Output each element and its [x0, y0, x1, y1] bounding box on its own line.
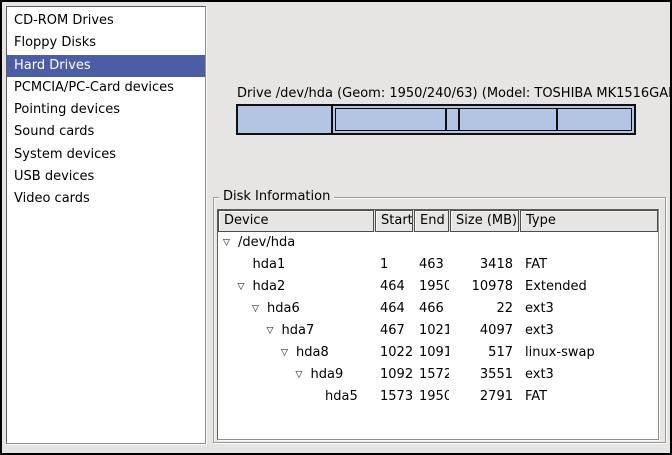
sidebar-item-floppy-disks[interactable]: Floppy Disks: [7, 32, 205, 54]
table-row-hda1[interactable]: hda1 14633418FAT: [218, 254, 658, 276]
tree-indent: [223, 353, 281, 354]
column-header-type[interactable]: Type: [520, 210, 658, 232]
tree-indent: [223, 287, 238, 288]
type-cell: [520, 232, 658, 254]
table-row-hda9[interactable]: ▽hda9109215723551ext3: [218, 364, 658, 386]
device-cell: hda1: [218, 254, 374, 276]
device-cell: hda5: [218, 386, 374, 408]
end-cell: 463: [414, 254, 449, 276]
column-header-size-mb-[interactable]: Size (MB): [450, 210, 519, 232]
sidebar-item-video-cards[interactable]: Video cards: [7, 188, 205, 210]
sidebar-item-pcmcia-pc-card-devices[interactable]: PCMCIA/PC-Card devices: [7, 77, 205, 99]
end-cell: 1950: [414, 276, 449, 298]
sidebar-item-hard-drives[interactable]: Hard Drives: [7, 55, 205, 77]
table-row-hda2[interactable]: ▽hda2464195010978Extended: [218, 276, 658, 298]
device-name: hda6: [267, 298, 300, 320]
expander-triangle-icon[interactable]: ▽: [267, 320, 282, 342]
sidebar-item-sound-cards[interactable]: Sound cards: [7, 121, 205, 143]
disk-information-table[interactable]: DeviceStartEndSize (MB)Type ▽/dev/hdahda…: [217, 209, 659, 440]
start-cell: 1022: [375, 342, 413, 364]
table-header-row: DeviceStartEndSize (MB)Type: [218, 210, 658, 232]
size-cell: 22: [450, 298, 519, 320]
size-cell: 2791: [450, 386, 519, 408]
size-cell: 3551: [450, 364, 519, 386]
device-category-list[interactable]: CD-ROM DrivesFloppy DisksHard DrivesPCMC…: [6, 6, 206, 444]
table-row--dev-hda[interactable]: ▽/dev/hda: [218, 232, 658, 254]
end-cell: 1572: [414, 364, 449, 386]
partition-segment-hda5: [557, 108, 632, 131]
type-cell: ext3: [520, 320, 658, 342]
device-name: /dev/hda: [238, 232, 295, 254]
size-cell: 10978: [450, 276, 519, 298]
partition-segment-extended: [333, 106, 634, 135]
type-cell: ext3: [520, 364, 658, 386]
table-row-hda6[interactable]: ▽hda646446622ext3: [218, 298, 658, 320]
start-cell: 464: [375, 298, 413, 320]
device-name: hda8: [296, 342, 329, 364]
end-cell: 1950: [414, 386, 449, 408]
device-name: hda7: [282, 320, 315, 342]
column-header-start[interactable]: Start: [375, 210, 413, 232]
type-cell: linux-swap: [520, 342, 658, 364]
expander-triangle-icon[interactable]: ▽: [281, 342, 296, 364]
partition-segment-hda7: [335, 108, 446, 131]
tree-indent: [223, 331, 267, 332]
device-cell: ▽hda6: [218, 298, 374, 320]
expander-triangle-icon[interactable]: ▽: [238, 276, 253, 298]
partition-segment-hda8: [446, 108, 459, 131]
sidebar-item-system-devices[interactable]: System devices: [7, 144, 205, 166]
type-cell: ext3: [520, 298, 658, 320]
size-cell: [450, 232, 519, 254]
start-cell: [375, 232, 413, 254]
device-name: hda9: [311, 364, 344, 386]
start-cell: 1: [375, 254, 413, 276]
end-cell: [414, 232, 449, 254]
drive-title: Drive /dev/hda (Geom: 1950/240/63) (Mode…: [237, 86, 672, 101]
device-cell: ▽hda8: [218, 342, 374, 364]
table-row-hda5[interactable]: hda5 157319502791FAT: [218, 386, 658, 408]
disk-information-label: Disk Information: [219, 189, 334, 204]
partition-segment-hda9: [459, 108, 557, 131]
end-cell: 1021: [414, 320, 449, 342]
partition-bar: [236, 104, 636, 135]
sidebar-item-pointing-devices[interactable]: Pointing devices: [7, 99, 205, 121]
start-cell: 1092: [375, 364, 413, 386]
device-name: hda5: [325, 386, 358, 408]
hardware-browser-window: CD-ROM DrivesFloppy DisksHard DrivesPCMC…: [0, 0, 672, 455]
table-row-hda8[interactable]: ▽hda810221091517linux-swap: [218, 342, 658, 364]
device-cell: ▽hda7: [218, 320, 374, 342]
device-cell: ▽hda2: [218, 276, 374, 298]
sidebar-item-cd-rom-drives[interactable]: CD-ROM Drives: [7, 10, 205, 32]
type-cell: Extended: [520, 276, 658, 298]
end-cell: 466: [414, 298, 449, 320]
sidebar-item-usb-devices[interactable]: USB devices: [7, 166, 205, 188]
table-row-hda7[interactable]: ▽hda746710214097ext3: [218, 320, 658, 342]
device-cell: ▽/dev/hda: [218, 232, 374, 254]
start-cell: 464: [375, 276, 413, 298]
tree-indent: [223, 375, 296, 376]
end-cell: 1091: [414, 342, 449, 364]
size-cell: 3418: [450, 254, 519, 276]
partition-segment-primary: [238, 106, 333, 133]
device-cell: ▽hda9: [218, 364, 374, 386]
column-header-end[interactable]: End: [414, 210, 449, 232]
device-name: hda1: [253, 254, 286, 276]
expander-triangle-icon[interactable]: ▽: [296, 364, 311, 386]
tree-indent: [223, 309, 252, 310]
expander-triangle-icon[interactable]: ▽: [223, 232, 238, 254]
tree-indent: [223, 397, 310, 398]
size-cell: 4097: [450, 320, 519, 342]
start-cell: 467: [375, 320, 413, 342]
type-cell: FAT: [520, 254, 658, 276]
tree-indent: [223, 265, 238, 266]
start-cell: 1573: [375, 386, 413, 408]
size-cell: 517: [450, 342, 519, 364]
column-header-device[interactable]: Device: [218, 210, 374, 232]
table-body: ▽/dev/hdahda114633418FAT▽hda246419501097…: [218, 232, 658, 408]
type-cell: FAT: [520, 386, 658, 408]
device-name: hda2: [253, 276, 286, 298]
expander-triangle-icon[interactable]: ▽: [252, 298, 267, 320]
